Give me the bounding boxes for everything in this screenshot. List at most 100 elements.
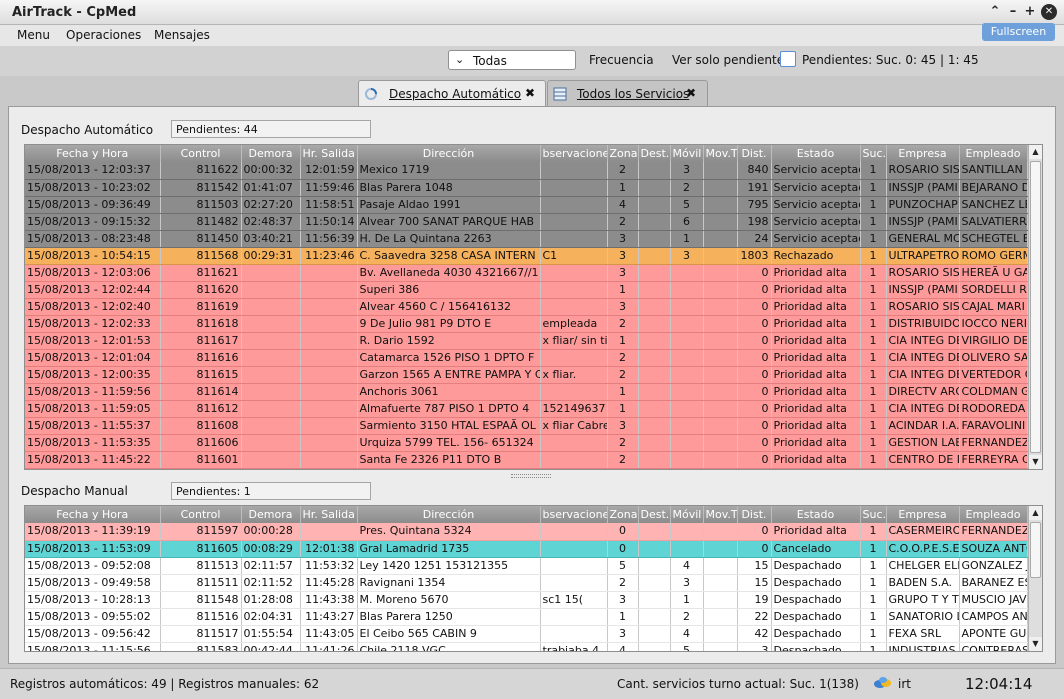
column-header[interactable]: Mov.T xyxy=(703,145,738,162)
table-row[interactable]: 15/08/2013 - 11:55:37 811608 Sarmiento 315… xyxy=(25,417,1028,435)
table-row[interactable]: 15/08/2013 - 12:03:37 811622 00:00:32 12:01… xyxy=(25,162,1028,180)
scroll-down-icon[interactable]: ▼ xyxy=(1029,637,1042,651)
column-header[interactable]: Hr. Salida xyxy=(300,145,358,162)
column-header[interactable]: Móvil xyxy=(670,506,704,523)
scroll-thumb[interactable] xyxy=(1030,161,1041,453)
tab-todos-los-servicios[interactable]: Todos los Servicios ✖ xyxy=(547,80,708,106)
column-header[interactable]: Dest. xyxy=(638,145,671,162)
column-header[interactable]: Fecha y Hora xyxy=(25,506,161,523)
column-header[interactable]: Móvil xyxy=(670,145,704,162)
menu-item-mensajes[interactable]: Mensajes xyxy=(154,28,210,42)
clock: 12:04:14 xyxy=(965,675,1033,693)
table-row[interactable]: 15/08/2013 - 12:02:33 811618 9 De Julio 98… xyxy=(25,315,1028,333)
column-header[interactable]: Hr. Salida xyxy=(300,506,358,523)
column-header[interactable]: bservacione xyxy=(540,145,608,162)
column-header[interactable]: Demora xyxy=(241,506,301,523)
table-row[interactable]: 15/08/2013 - 09:49:58 811511 02:11:52 11:45… xyxy=(25,574,1028,592)
scroll-up-icon[interactable]: ▲ xyxy=(1029,145,1042,159)
column-header[interactable]: Suc. xyxy=(860,506,887,523)
chevron-up-icon[interactable]: ⌃ xyxy=(987,4,1003,20)
column-header[interactable]: Dest. xyxy=(638,506,671,523)
auto-scrollbar[interactable]: ▲ ▼ xyxy=(1028,145,1042,469)
tab-close-icon[interactable]: ✖ xyxy=(686,86,696,100)
table-row[interactable]: 15/08/2013 - 12:01:04 811616 Catamarca 152… xyxy=(25,349,1028,367)
column-header[interactable]: Estado xyxy=(771,145,861,162)
tab-despacho-automatico[interactable]: Despacho Automático ✖ xyxy=(358,80,546,107)
table-cell: 1 xyxy=(860,625,887,643)
table-cell: 811513 xyxy=(160,557,242,575)
fullscreen-button[interactable]: Fullscreen xyxy=(982,23,1055,41)
table-row[interactable]: 15/08/2013 - 09:52:08 811513 02:11:57 11:53… xyxy=(25,557,1028,575)
table-row[interactable]: 15/08/2013 - 10:28:13 811548 01:28:08 11:43… xyxy=(25,591,1028,609)
table-row[interactable]: 15/08/2013 - 11:53:09 811605 00:08:29 12:01… xyxy=(25,540,1028,558)
scroll-thumb[interactable] xyxy=(1030,522,1041,578)
table-row[interactable]: 15/08/2013 - 10:23:02 811542 01:41:07 11:59… xyxy=(25,179,1028,197)
column-header[interactable]: Fecha y Hora xyxy=(25,145,161,162)
table-cell: Prioridad alta xyxy=(771,434,861,452)
minimize-icon[interactable]: – xyxy=(1005,4,1021,20)
filter-select[interactable]: ⌄ Todas xyxy=(448,50,576,70)
table-cell: 811517 xyxy=(160,625,242,643)
auto-section-title: Despacho Automático xyxy=(21,123,154,137)
table-cell: C. Saavedra 3258 CASA INTERN xyxy=(357,247,541,265)
filter-value: Todas xyxy=(473,54,507,68)
table-row[interactable]: 15/08/2013 - 09:15:32 811482 02:48:37 11:50… xyxy=(25,213,1028,231)
table-row[interactable]: 15/08/2013 - 12:01:53 811617 R. Dario 1592… xyxy=(25,332,1028,350)
tab-close-icon[interactable]: ✖ xyxy=(525,86,535,100)
table-row[interactable]: 15/08/2013 - 09:56:42 811517 01:55:54 11:43… xyxy=(25,625,1028,643)
column-header[interactable]: Empleado xyxy=(959,145,1028,162)
table-row[interactable]: 15/08/2013 - 10:54:15 811568 00:29:31 11:23… xyxy=(25,247,1028,265)
table-row[interactable]: 15/08/2013 - 11:59:56 811614 Anchoris 3061… xyxy=(25,383,1028,401)
splitter-handle[interactable] xyxy=(511,474,551,478)
menu-item-menu[interactable]: Menu xyxy=(17,28,50,42)
column-header[interactable]: Control xyxy=(160,506,242,523)
column-header[interactable]: Estado xyxy=(771,506,861,523)
table-row[interactable]: 15/08/2013 - 12:02:44 811620 Superi 386 1 0 P… xyxy=(25,281,1028,299)
table-cell xyxy=(540,557,608,575)
column-header[interactable]: Dirección xyxy=(357,506,541,523)
close-icon[interactable]: ✕ xyxy=(1041,4,1057,20)
column-header[interactable]: Demora xyxy=(241,145,301,162)
manual-scrollbar[interactable]: ▲ ▼ xyxy=(1028,506,1042,651)
table-row[interactable]: 15/08/2013 - 11:39:19 811597 00:00:28 Pres.… xyxy=(25,523,1028,541)
column-header[interactable]: Dirección xyxy=(357,145,541,162)
menu-item-operaciones[interactable]: Operaciones xyxy=(66,28,141,42)
table-row[interactable]: 15/08/2013 - 12:02:40 811619 Alvear 4560 C… xyxy=(25,298,1028,316)
table-cell xyxy=(703,591,738,609)
table-cell: 811622 xyxy=(160,162,242,180)
table-row[interactable]: 15/08/2013 - 11:53:35 811606 Urquiza 5799 … xyxy=(25,434,1028,452)
ver-solo-pendientes-checkbox[interactable] xyxy=(780,51,796,67)
table-row[interactable]: 15/08/2013 - 08:23:48 811450 03:40:21 11:56… xyxy=(25,230,1028,248)
column-header[interactable]: Zona xyxy=(607,506,639,523)
maximize-icon[interactable]: + xyxy=(1022,4,1038,20)
frecuencia-label[interactable]: Frecuencia xyxy=(589,53,654,67)
manual-section-title: Despacho Manual xyxy=(21,484,128,498)
column-header[interactable]: Suc. xyxy=(860,145,887,162)
table-cell: GESTION LAB xyxy=(886,434,960,452)
column-header[interactable]: Empresa xyxy=(886,506,960,523)
table-cell xyxy=(703,417,738,435)
table-row[interactable]: 15/08/2013 - 12:03:06 811621 Bv. Avellaned… xyxy=(25,264,1028,282)
column-header[interactable]: bservacione xyxy=(540,506,608,523)
column-header[interactable]: Dist. xyxy=(737,145,772,162)
table-cell: 811620 xyxy=(160,281,242,299)
table-row[interactable]: 15/08/2013 - 12:00:35 811615 Garzon 1565 A… xyxy=(25,366,1028,384)
column-header[interactable]: Zona xyxy=(607,145,639,162)
table-cell: Prioridad alta xyxy=(771,451,861,469)
scroll-up-icon[interactable]: ▲ xyxy=(1029,506,1042,520)
table-row[interactable]: 15/08/2013 - 09:55:02 811516 02:04:31 11:43… xyxy=(25,608,1028,626)
column-header[interactable]: Mov.T xyxy=(703,506,738,523)
table-row[interactable]: 15/08/2013 - 11:15:56 811583 00:42:44 11:41… xyxy=(25,642,1028,651)
table-cell: INSSJP (PAMI xyxy=(886,281,960,299)
column-header[interactable]: Empleado xyxy=(959,506,1028,523)
table-cell: 1 xyxy=(860,451,887,469)
auto-grid: Fecha y Hora Control Demora Hr. Salida Direc… xyxy=(25,145,1028,469)
table-row[interactable]: 15/08/2013 - 09:36:49 811503 02:27:20 11:58… xyxy=(25,196,1028,214)
column-header[interactable]: Dist. xyxy=(737,506,772,523)
table-cell: 1 xyxy=(860,332,887,350)
table-row[interactable]: 15/08/2013 - 11:59:05 811612 Almafuerte 78… xyxy=(25,400,1028,418)
column-header[interactable]: Empresa xyxy=(886,145,960,162)
table-row[interactable]: 15/08/2013 - 11:45:22 811601 Santa Fe 2326… xyxy=(25,451,1028,469)
column-header[interactable]: Control xyxy=(160,145,242,162)
scroll-down-icon[interactable]: ▼ xyxy=(1029,455,1042,469)
